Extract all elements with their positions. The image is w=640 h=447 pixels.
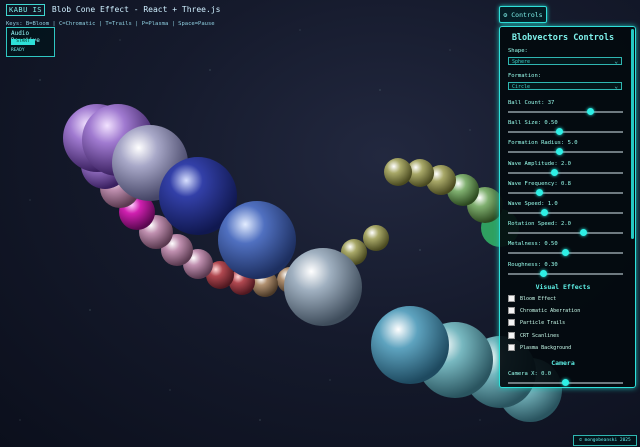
shape-label: Shape: [508,48,528,54]
slider-track[interactable] [508,128,623,136]
slider-label: Rotation Speed: 2.0 [508,221,571,228]
camera-x-label: Camera X: 0.0 [508,371,552,377]
checkbox-label: Particle Trails [520,319,566,326]
audio-start-button[interactable]: START [11,39,35,45]
visual-effects-heading: Visual Effects [535,283,591,291]
checkbox-box[interactable] [508,307,515,314]
checkbox-chromatic-aberration[interactable]: Chromatic Aberration [508,307,580,314]
camera-x-slider[interactable] [508,379,623,386]
slider-track[interactable] [508,188,623,196]
controls-panel: Blobvectors Controls Shape: Sphere ⌄ For… [499,26,636,388]
sphere [284,248,362,326]
checkbox-label: Chromatic Aberration [520,307,581,314]
formation-select-value: Circle [512,84,531,90]
slider-thumb[interactable] [580,229,588,237]
slider-track[interactable] [508,108,623,115]
app-title: Blob Cone Effect - React + Three.js [51,5,221,14]
shape-select-value: Sphere [512,59,531,65]
slider-thumb[interactable] [556,148,564,156]
audio-reactive-panel: Audio Reactive START READY [6,27,55,57]
checkbox-particle-trails[interactable]: Particle Trails [508,319,565,326]
slider-thumb[interactable] [556,128,564,136]
camera-heading: Camera [551,359,575,367]
slider-track[interactable] [508,269,623,277]
checkbox-label: CRT Scanlines [520,332,560,339]
slider-label: Ball Count: 37 [508,100,555,106]
chevron-down-icon: ⌄ [614,83,618,90]
sphere [384,158,412,186]
copyright-footer: © mongobeanski 2025 [573,435,637,446]
checkbox-box[interactable] [508,332,515,339]
slider-thumb[interactable] [541,209,549,216]
audio-status: READY [11,48,25,53]
checkbox-plasma-background[interactable]: Plasma Background [508,344,571,351]
slider-label: Ball Size: 0.50 [508,120,558,127]
slider-thumb[interactable] [587,108,595,115]
slider-thumb[interactable] [562,379,569,386]
slider-label: Wave Speed: 1.0 [508,201,558,207]
slider-thumb[interactable] [535,188,543,196]
sphere [218,201,296,279]
checkbox-box[interactable] [508,344,515,351]
slider-thumb[interactable] [550,168,558,176]
shape-select[interactable]: Sphere ⌄ [508,57,622,65]
checkbox-box[interactable] [508,295,515,302]
blob-spheres [63,104,562,422]
slider-label: Metalness: 0.50 [508,241,558,248]
slider-track[interactable] [508,148,623,156]
sphere [371,306,449,384]
checkbox-crt-scanlines[interactable]: CRT Scanlines [508,332,559,339]
slider-label: Wave Amplitude: 2.0 [508,160,571,167]
checkbox-bloom-effect[interactable]: Bloom Effect [508,295,556,302]
app-title-block: KABU IS Blob Cone Effect - React + Three… [6,4,220,16]
slider-label: Wave Frequency: 0.8 [508,180,571,187]
app-logo: KABU IS [6,4,46,16]
panel-title: Blobvectors Controls [511,33,615,43]
slider-track[interactable] [508,209,623,216]
checkbox-label: Plasma Background [520,344,572,351]
chevron-down-icon: ⌄ [614,58,618,65]
checkbox-label: Bloom Effect [520,295,557,302]
slider-label: Formation Radius: 5.0 [508,140,578,147]
sphere [363,225,389,251]
slider-track[interactable] [508,168,623,176]
panel-scrollbar[interactable] [631,29,634,239]
slider-track[interactable] [508,249,623,257]
slider-thumb[interactable] [540,269,548,277]
slider-track[interactable] [508,229,623,237]
controls-toggle-button[interactable]: ⚙ Controls [499,6,547,23]
slider-label: Roughness: 0.30 [508,261,558,268]
checkbox-box[interactable] [508,319,515,326]
slider-thumb[interactable] [562,249,569,257]
formation-select[interactable]: Circle ⌄ [508,82,622,90]
formation-label: Formation: [508,73,542,79]
